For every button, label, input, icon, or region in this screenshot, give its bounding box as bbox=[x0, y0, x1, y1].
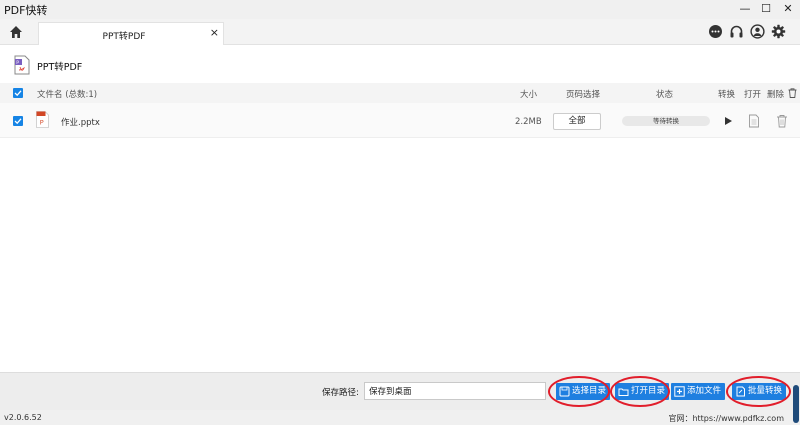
svg-text:P: P bbox=[40, 119, 44, 127]
user-icon[interactable] bbox=[750, 24, 765, 39]
home-icon[interactable] bbox=[9, 25, 23, 39]
tab-close-icon[interactable]: × bbox=[210, 26, 219, 39]
list-header: 文件名 (总数:1) 大小 页码选择 状态 转换 打开 删除 bbox=[0, 83, 800, 103]
status-progress: 等待转换 bbox=[622, 116, 710, 126]
column-filename: 文件名 (总数:1) bbox=[37, 90, 98, 100]
plus-icon bbox=[674, 386, 685, 397]
table-row[interactable]: P 作业.pptx 2.2MB 全部 等待转换 bbox=[0, 103, 800, 138]
file-size: 2.2MB bbox=[515, 117, 542, 127]
tab-ppt-to-pdf[interactable]: PPT转PDF × bbox=[38, 22, 224, 45]
gear-icon[interactable] bbox=[771, 24, 786, 39]
content-area bbox=[0, 138, 800, 372]
status-line: v2.0.6.52 官网：https://www.pdfkz.com bbox=[0, 410, 800, 425]
save-path-label: 保存路径: bbox=[322, 388, 359, 398]
highlight-ring bbox=[610, 376, 670, 407]
app-title: PDF快转 bbox=[4, 4, 48, 17]
page-header: P PPT转PDF bbox=[0, 45, 800, 83]
highlight-ring bbox=[548, 376, 610, 407]
scrollbar-thumb[interactable] bbox=[793, 385, 799, 423]
add-file-button[interactable]: 添加文件 bbox=[671, 383, 726, 400]
column-open: 打开 bbox=[744, 90, 762, 100]
website-link[interactable]: 官网：https://www.pdfkz.com bbox=[668, 413, 784, 424]
minimize-button[interactable]: — bbox=[737, 1, 753, 17]
file-name: 作业.pptx bbox=[61, 118, 100, 128]
chat-icon[interactable] bbox=[708, 24, 723, 39]
tab-label: PPT转PDF bbox=[102, 32, 146, 42]
pptx-file-icon: P bbox=[36, 111, 49, 128]
delete-all-icon[interactable] bbox=[788, 88, 797, 98]
svg-text:P: P bbox=[16, 60, 19, 66]
play-icon[interactable] bbox=[722, 114, 734, 128]
column-size: 大小 bbox=[520, 90, 538, 100]
column-delete: 删除 bbox=[767, 90, 785, 100]
column-convert: 转换 bbox=[718, 90, 736, 100]
headset-icon[interactable] bbox=[729, 24, 744, 39]
title-bar: PDF快转 — ☐ ✕ bbox=[0, 0, 800, 19]
select-all-checkbox[interactable] bbox=[13, 88, 23, 98]
document-icon[interactable] bbox=[748, 114, 760, 128]
bottom-bar: 保存路径: 选择目录 打开目录 添加文件 批量转换 bbox=[0, 372, 800, 410]
page-title: PPT转PDF bbox=[37, 62, 83, 73]
column-status: 状态 bbox=[656, 90, 674, 100]
highlight-ring bbox=[726, 376, 791, 407]
tab-bar: PPT转PDF × bbox=[0, 19, 800, 45]
save-path-input[interactable] bbox=[364, 382, 546, 400]
add-file-label: 添加文件 bbox=[687, 386, 722, 396]
column-page-select: 页码选择 bbox=[566, 90, 601, 100]
close-button[interactable]: ✕ bbox=[780, 1, 796, 17]
trash-icon[interactable] bbox=[776, 114, 788, 128]
version-label: v2.0.6.52 bbox=[4, 413, 42, 422]
maximize-button[interactable]: ☐ bbox=[758, 1, 774, 17]
page-select-button[interactable]: 全部 bbox=[553, 113, 601, 130]
ppt-pdf-icon: P bbox=[14, 55, 30, 75]
row-checkbox[interactable] bbox=[13, 116, 23, 126]
